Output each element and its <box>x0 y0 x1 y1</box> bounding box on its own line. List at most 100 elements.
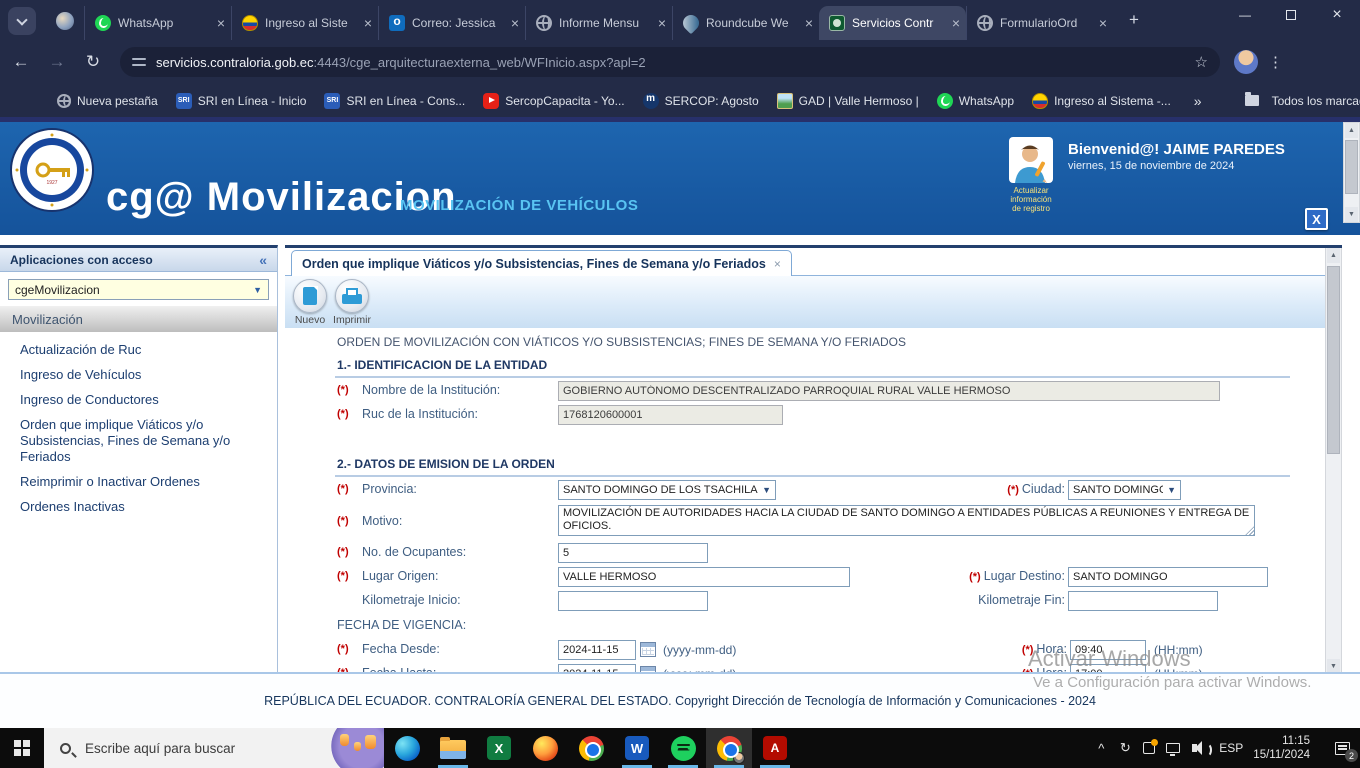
bookmark-sercop-agosto[interactable]: SERCOP: Agosto <box>643 93 759 109</box>
sri-icon <box>324 93 340 109</box>
scroll-down-icon[interactable]: ▼ <box>1327 659 1340 672</box>
calendar-icon[interactable] <box>640 642 656 657</box>
tab-close-icon[interactable]: × <box>217 16 225 30</box>
tab-roundcube[interactable]: Roundcube We × <box>672 6 819 40</box>
taskbar-excel-icon[interactable]: X <box>476 728 522 768</box>
sidebar-item-ordenes-inactivas[interactable]: Ordenes Inactivas <box>20 499 258 515</box>
km-fin-input[interactable] <box>1068 591 1218 611</box>
tray-chevron-icon[interactable]: ^ <box>1089 728 1113 768</box>
header-scrollbar[interactable]: ▲ ▼ <box>1343 122 1360 223</box>
sync-icon[interactable]: ↻ <box>1113 728 1137 768</box>
bookmark-ingreso-sistema[interactable]: Ingreso al Sistema -... <box>1032 93 1171 109</box>
volume-icon[interactable] <box>1185 728 1209 768</box>
provincia-label: Provincia: <box>362 482 417 496</box>
sidebar-item-orden-viaticos[interactable]: Orden que implique Viáticos y/o Subsiste… <box>20 417 258 465</box>
scrollbar-thumb[interactable] <box>1327 266 1340 454</box>
tab-close-icon[interactable]: × <box>1099 16 1107 30</box>
scrollbar-thumb[interactable] <box>1345 140 1358 194</box>
bookmarks-overflow-icon[interactable]: » <box>1194 93 1202 109</box>
new-tab-button[interactable]: + <box>1121 7 1147 33</box>
nombre-input[interactable] <box>558 381 1220 401</box>
taskbar-chrome-profile-icon[interactable] <box>706 728 752 768</box>
bookmark-nueva-pestana[interactable]: Nueva pestaña <box>57 94 158 108</box>
destino-input[interactable] <box>1068 567 1268 587</box>
taskbar-search[interactable] <box>44 728 384 768</box>
ruc-input[interactable] <box>558 405 783 425</box>
ciudad-select[interactable]: SANTO DOMINGO ▼ <box>1068 480 1181 500</box>
origen-input[interactable] <box>558 567 850 587</box>
browser-toolbar: ← → ↻ servicios.contraloria.gob.ec:4443/… <box>0 40 1360 84</box>
collapse-panel-icon[interactable]: « <box>259 252 267 268</box>
sidebar-item-reimprimir-inactivar[interactable]: Reimprimir o Inactivar Ordenes <box>20 474 258 490</box>
ecuador-shield-icon <box>1032 93 1048 109</box>
tab-search-button[interactable] <box>8 7 36 35</box>
tab-close-icon[interactable]: × <box>511 16 519 30</box>
new-button[interactable]: Nuevo <box>289 279 331 326</box>
taskbar-explorer-icon[interactable] <box>430 728 476 768</box>
km-inicio-input[interactable] <box>558 591 708 611</box>
tab-servicios-contraloria[interactable]: Servicios Contr × <box>819 6 966 40</box>
taskbar-spotify-icon[interactable] <box>660 728 706 768</box>
browser-menu-icon[interactable]: ⋮ <box>1268 53 1283 71</box>
motivo-textarea[interactable]: MOVILIZACIÓN DE AUTORIDADES HACIA LA CIU… <box>558 505 1255 536</box>
taskbar-acrobat-icon[interactable]: A <box>752 728 798 768</box>
tab-close-icon[interactable]: × <box>952 16 960 30</box>
content-scrollbar[interactable]: ▲ ▼ <box>1325 248 1342 672</box>
bookmark-sri-inicio[interactable]: SRI en Línea - Inicio <box>176 93 307 109</box>
ocupantes-input[interactable] <box>558 543 708 563</box>
sidebar-item-ingreso-conductores[interactable]: Ingreso de Conductores <box>20 392 258 408</box>
bookmark-whatsapp[interactable]: WhatsApp <box>937 93 1014 109</box>
fecha-hasta-input[interactable] <box>558 664 636 672</box>
pinned-tab-icon[interactable] <box>56 12 74 30</box>
forward-button[interactable]: → <box>42 47 72 77</box>
provincia-select[interactable]: SANTO DOMINGO DE LOS TSACHILAS ▼ <box>558 480 776 500</box>
search-highlight-doodle[interactable] <box>328 728 384 768</box>
sidebar-item-actualizacion-ruc[interactable]: Actualización de Ruc <box>20 342 258 358</box>
address-bar[interactable]: servicios.contraloria.gob.ec:4443/cge_ar… <box>120 47 1220 77</box>
taskbar-word-icon[interactable]: W <box>614 728 660 768</box>
tab-correo[interactable]: Correo: Jessica × <box>378 6 525 40</box>
content-tab[interactable]: Orden que implique Viáticos y/o Subsiste… <box>291 250 792 276</box>
taskbar-chrome-icon[interactable] <box>568 728 614 768</box>
bookmark-gad-valle-hermoso[interactable]: GAD | Valle Hermoso | <box>777 93 919 109</box>
language-indicator[interactable]: ESP <box>1219 741 1243 755</box>
update-registration-link[interactable]: Actualizar información de registro <box>1008 137 1054 213</box>
notification-center-button[interactable]: 2 <box>1324 728 1360 768</box>
tab-close-icon[interactable]: × <box>805 16 813 30</box>
profile-avatar[interactable] <box>1234 50 1258 74</box>
back-button[interactable]: ← <box>6 47 36 77</box>
tab-ingreso-sistema[interactable]: Ingreso al Siste × <box>231 6 378 40</box>
close-window-button[interactable]: × <box>1314 0 1360 30</box>
tab-close-icon[interactable]: × <box>364 16 372 30</box>
bookmark-star-icon[interactable]: ☆ <box>1195 53 1208 71</box>
tab-whatsapp[interactable]: WhatsApp × <box>84 6 231 40</box>
application-select[interactable]: cgeMovilizacion ▼ <box>8 279 269 300</box>
tab-formulario[interactable]: FormularioOrd × <box>966 6 1113 40</box>
update-status-icon[interactable] <box>1137 728 1161 768</box>
tab-informe[interactable]: Informe Mensu × <box>525 6 672 40</box>
monitor-icon <box>1166 743 1180 753</box>
print-button[interactable]: Imprimir <box>331 279 373 326</box>
page-close-button[interactable]: X <box>1305 208 1328 230</box>
sidebar-item-ingreso-vehiculos[interactable]: Ingreso de Vehículos <box>20 367 258 383</box>
search-input[interactable] <box>83 740 283 757</box>
all-bookmarks-button[interactable]: Todos los marcadores <box>1245 94 1360 108</box>
fecha-desde-input[interactable] <box>558 640 636 660</box>
bookmark-sri-consultas[interactable]: SRI en Línea - Cons... <box>324 93 465 109</box>
reload-button[interactable]: ↻ <box>78 47 108 77</box>
tab-close-icon[interactable]: × <box>658 16 666 30</box>
scroll-down-icon[interactable]: ▼ <box>1345 207 1358 222</box>
network-display-icon[interactable] <box>1161 728 1185 768</box>
minimize-button[interactable]: — <box>1222 0 1268 30</box>
bookmark-sercopcapacita[interactable]: SercopCapacita - Yo... <box>483 93 624 109</box>
start-button[interactable] <box>0 728 44 768</box>
content-tab-close-icon[interactable]: × <box>774 257 781 271</box>
maximize-button[interactable] <box>1268 0 1314 30</box>
taskbar-edge-icon[interactable] <box>384 728 430 768</box>
taskbar-clock[interactable]: 11:15 15/11/2024 <box>1253 734 1310 762</box>
site-settings-icon[interactable] <box>132 56 146 68</box>
resize-grip-icon[interactable] <box>1245 526 1254 535</box>
taskbar-firefox-icon[interactable] <box>522 728 568 768</box>
scroll-up-icon[interactable]: ▲ <box>1345 123 1358 138</box>
scroll-up-icon[interactable]: ▲ <box>1327 248 1340 263</box>
